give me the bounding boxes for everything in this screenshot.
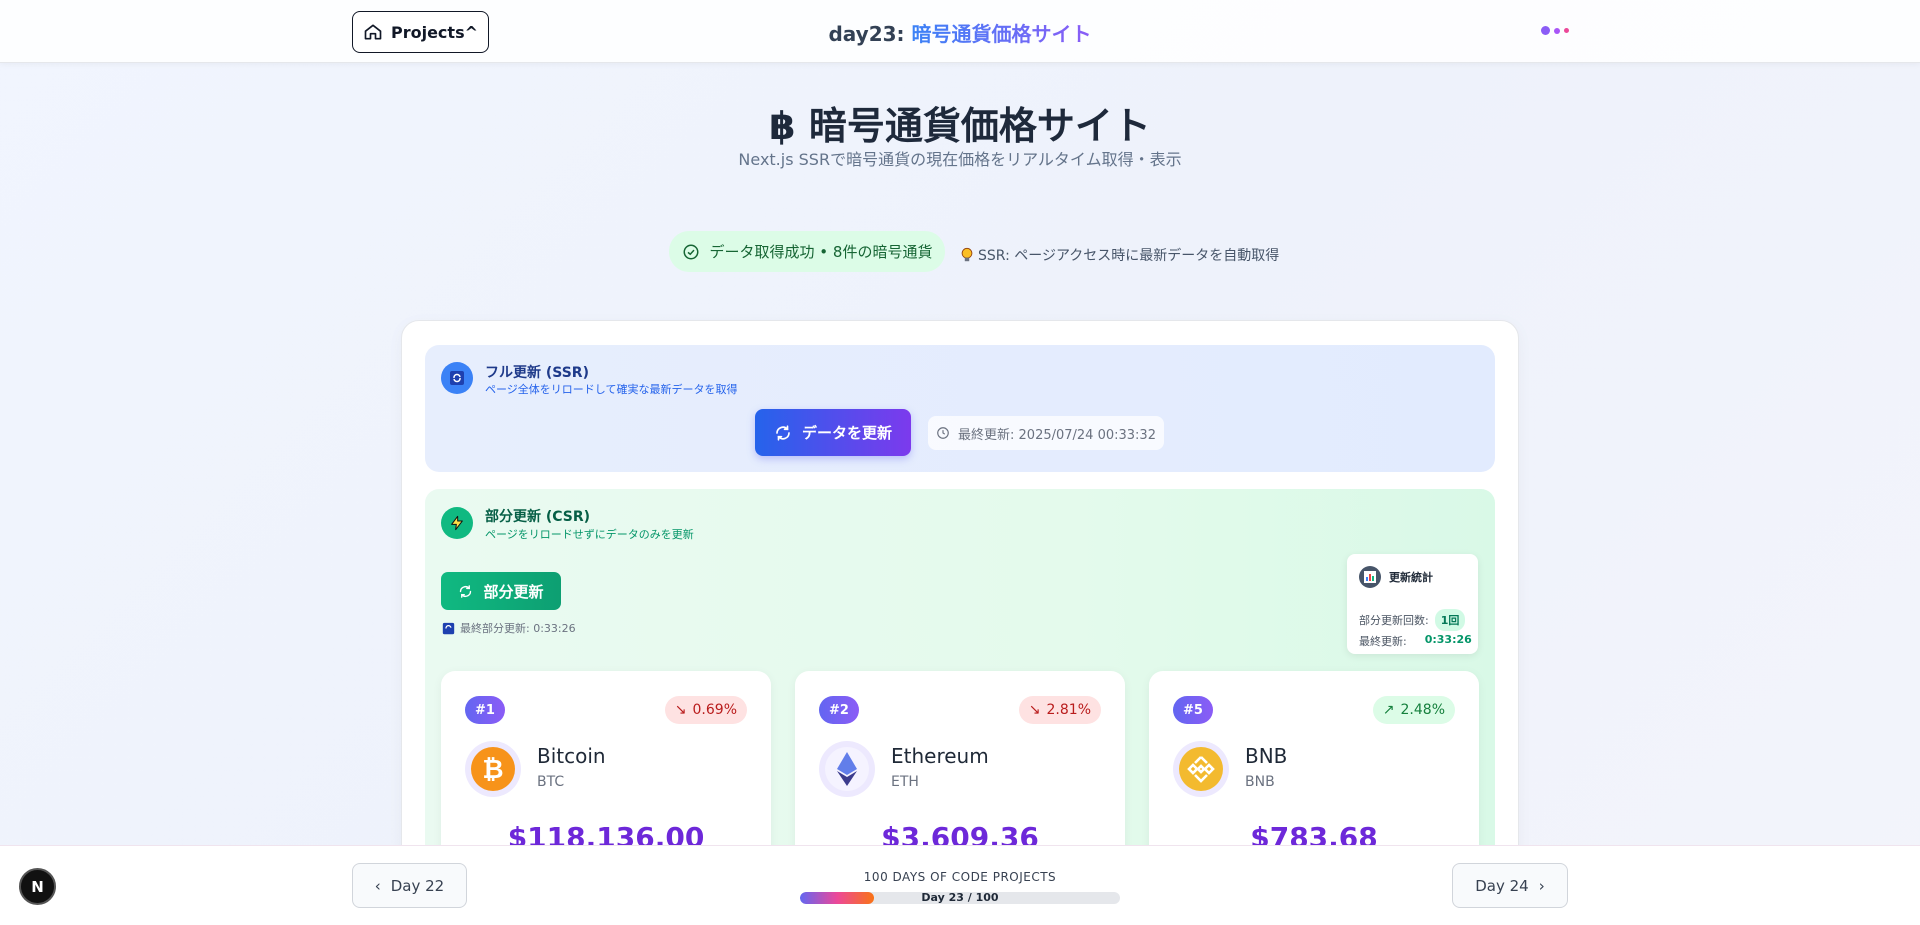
status-badge: データ取得成功 • 8件の暗号通貨 bbox=[669, 231, 945, 272]
refresh-icon bbox=[460, 584, 472, 598]
bitcoin-logo-icon: ₿ bbox=[465, 741, 521, 797]
ethereum-logo-icon bbox=[819, 741, 875, 797]
coin-symbol: BTC bbox=[537, 774, 565, 790]
coin-name: BNB bbox=[1245, 744, 1288, 768]
rank-badge: #2 bbox=[819, 696, 859, 724]
ssr-panel-title: フル更新 (SSR) bbox=[485, 365, 589, 381]
ssr-panel-desc: ページ全体をリロードして確実な最新データを取得 bbox=[485, 383, 738, 396]
refresh-panel-icon bbox=[441, 362, 473, 394]
last-partial-text: 最終部分更新: 0:33:26 bbox=[460, 622, 576, 635]
refresh-icon bbox=[776, 424, 790, 441]
partial-update-button[interactable]: 部分更新 bbox=[441, 572, 561, 610]
partial-update-label: 部分更新 bbox=[483, 582, 544, 601]
status-text: データ取得成功 • 8件の暗号通貨 bbox=[709, 243, 933, 261]
ssr-note-text: SSR: ページアクセス時に最新データを自動取得 bbox=[978, 248, 1280, 264]
next-day-button[interactable]: Day 24 › bbox=[1452, 863, 1568, 908]
chart-icon bbox=[1359, 566, 1381, 588]
refresh-data-label: データを更新 bbox=[801, 424, 892, 442]
stats-title: 更新統計 bbox=[1389, 571, 1433, 584]
bottom-bar bbox=[0, 845, 1920, 925]
dot bbox=[1554, 27, 1560, 34]
progress-text: Day 23 / 100 bbox=[921, 891, 999, 904]
chevron-right-icon: › bbox=[1538, 876, 1545, 895]
check-circle-icon bbox=[683, 244, 699, 259]
refresh-square-icon bbox=[442, 622, 455, 634]
bnb-logo-icon bbox=[1173, 741, 1229, 797]
header-title-name: 暗号通貨価格サイト bbox=[911, 22, 1092, 46]
trend-down-icon: ↘ bbox=[674, 702, 687, 718]
coin-name: Ethereum bbox=[891, 744, 989, 768]
stats-last-label: 最終更新: bbox=[1359, 635, 1407, 648]
lightning-icon bbox=[441, 507, 473, 539]
dot bbox=[1541, 26, 1550, 35]
stats-count-label: 部分更新回数: bbox=[1359, 614, 1429, 627]
svg-text:₿: ₿ bbox=[482, 755, 503, 785]
csr-panel-desc: ページをリロードせずにデータのみを更新 bbox=[485, 528, 694, 541]
last-update-text: 最終更新: 2025/07/24 00:33:32 bbox=[958, 427, 1156, 443]
trend-up-icon: ↗ bbox=[1382, 702, 1395, 718]
progress-title: 100 DAYS OF CODE PROJECTS bbox=[863, 870, 1057, 884]
last-partial-update: 最終部分更新: 0:33:26 bbox=[442, 620, 576, 636]
dot bbox=[1564, 28, 1569, 33]
trend-down-icon: ↘ bbox=[1028, 702, 1041, 718]
csr-panel-title: 部分更新 (CSR) bbox=[485, 509, 591, 525]
stats-count-value: 1回 bbox=[1434, 609, 1466, 631]
coin-symbol: BNB bbox=[1245, 774, 1275, 790]
rank-badge: #1 bbox=[465, 696, 505, 724]
coin-name: Bitcoin bbox=[537, 744, 606, 768]
refresh-data-button[interactable]: データを更新 bbox=[755, 409, 911, 456]
header-title-prefix: day23: bbox=[828, 22, 912, 46]
stats-last-value: 0:33:26 bbox=[1424, 633, 1472, 646]
page-header-title: day23: 暗号通貨価格サイト bbox=[0, 18, 1920, 47]
next-day-label: Day 24 bbox=[1475, 876, 1529, 895]
last-update-info: 最終更新: 2025/07/24 00:33:32 bbox=[928, 416, 1164, 450]
top-bar: Projects ^ day23: 暗号通貨価格サイト bbox=[0, 0, 1920, 63]
page-subtitle: Next.js SSRで暗号通貨の現在価格をリアルタイム取得・表示 bbox=[738, 150, 1182, 169]
lightbulb-icon bbox=[961, 247, 973, 262]
bitcoin-icon: ฿ bbox=[769, 104, 796, 148]
update-stats-card: 更新統計 部分更新回数: 1回 最終更新: 0:33:26 bbox=[1347, 554, 1478, 654]
more-menu-icon[interactable] bbox=[1541, 26, 1569, 35]
rank-badge: #5 bbox=[1173, 696, 1213, 724]
page-title: ฿ 暗号通貨価格サイト bbox=[769, 104, 1151, 148]
coin-symbol: ETH bbox=[891, 774, 919, 790]
clock-icon bbox=[937, 427, 949, 439]
change-badge: ↗ 2.48% bbox=[1372, 696, 1455, 724]
change-badge: ↘ 0.69% bbox=[664, 696, 747, 724]
ssr-note: SSR: ページアクセス時に最新データを自動取得 bbox=[960, 245, 1279, 265]
change-badge: ↘ 2.81% bbox=[1018, 696, 1101, 724]
